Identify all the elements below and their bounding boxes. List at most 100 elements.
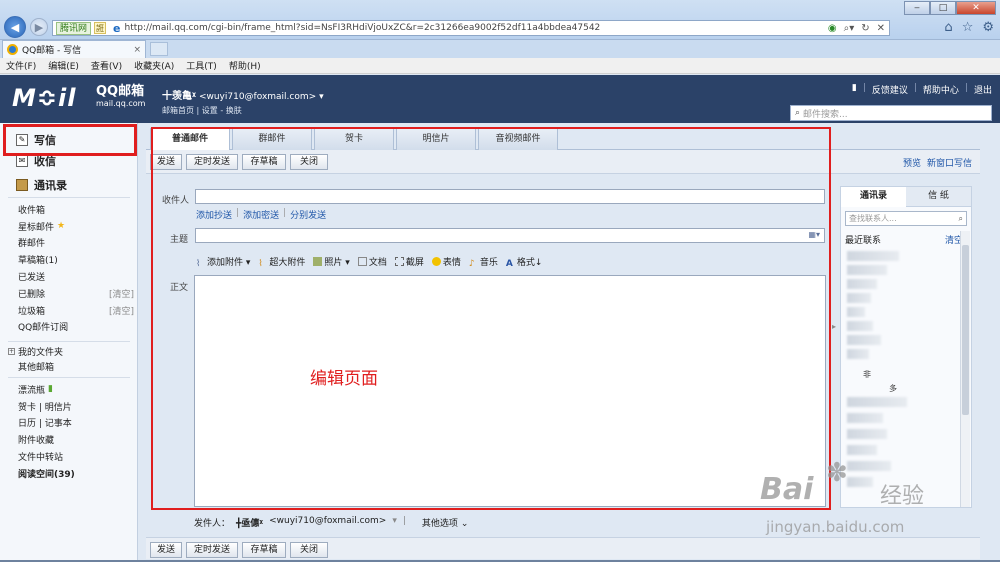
feedback-link[interactable]: 反馈建议 xyxy=(872,83,908,96)
sender-email[interactable]: <wuyi710@foxmail.com> xyxy=(269,516,386,529)
preview-link[interactable]: 预览 xyxy=(903,156,921,169)
user-name: 十羡亀ᵡ xyxy=(162,91,197,102)
scrollbar-thumb[interactable] xyxy=(962,245,969,415)
editor-highlight-box xyxy=(151,127,831,510)
close-button-bottom[interactable]: 关闭 xyxy=(290,542,328,558)
compat-icon[interactable]: 誑 xyxy=(94,22,107,34)
mail-search-input[interactable]: ⌕ 邮件搜索... xyxy=(790,105,992,121)
my-folders[interactable]: + 我的文件夹 xyxy=(8,345,63,358)
menu-tools[interactable]: 工具(T) xyxy=(186,59,217,72)
contact-item[interactable] xyxy=(847,349,869,359)
qqmail-logo[interactable]: M≎il QQ邮箱 mail.qq.com xyxy=(12,83,145,113)
contact-item[interactable]: 多 xyxy=(889,383,897,394)
sender-dropdown-icon[interactable]: ▾ xyxy=(392,516,397,529)
menu-view[interactable]: 查看(V) xyxy=(91,59,122,72)
clear-spam-link[interactable]: [清空] xyxy=(109,304,134,317)
close-window-button[interactable]: ✕ xyxy=(956,1,996,15)
bottle-icon: ▮ xyxy=(48,384,53,395)
folder-inbox[interactable]: 收件箱 xyxy=(18,201,134,218)
tab-contacts[interactable]: 通讯录 xyxy=(841,187,906,207)
favorites-star-icon[interactable]: ☆ xyxy=(962,20,974,35)
user-dropdown-icon[interactable]: ▾ xyxy=(319,92,324,102)
toolbar-links: 预览 新窗口写信 xyxy=(903,156,972,169)
separator: | xyxy=(964,83,968,93)
contact-item[interactable]: 非 xyxy=(863,369,871,380)
logo-mark: M≎il xyxy=(12,84,77,112)
sender-name: ╋亟僡ᵡ xyxy=(236,519,264,529)
tab-close-icon[interactable]: × xyxy=(133,45,141,55)
home-icon[interactable]: ⌂ xyxy=(944,20,952,35)
collapse-arrow-icon[interactable]: ▸ xyxy=(832,322,836,331)
user-email[interactable]: <wuyi710@foxmail.com> xyxy=(199,92,316,102)
new-tab-button[interactable] xyxy=(150,42,168,56)
recent-label: 最近联系 xyxy=(845,236,882,246)
contact-item[interactable] xyxy=(847,397,907,407)
back-arrow-icon[interactable]: ◀ xyxy=(4,16,26,38)
schedule-send-button-bottom[interactable]: 定时发送 xyxy=(186,542,238,558)
folder-spam[interactable]: 垃圾箱 [清空] xyxy=(18,302,134,319)
search-icon: ⌕ xyxy=(958,214,963,223)
contact-item[interactable] xyxy=(847,413,883,423)
new-window-link[interactable]: 新窗口写信 xyxy=(927,156,972,169)
contact-item[interactable] xyxy=(847,251,899,261)
compat-view-icon[interactable]: ◉ xyxy=(828,23,837,34)
expand-plus-icon[interactable]: + xyxy=(8,348,15,355)
file-transfer-link[interactable]: 文件中转站 xyxy=(18,448,134,465)
logout-link[interactable]: 退出 xyxy=(974,83,992,96)
separator: | xyxy=(862,83,866,93)
menu-favorites[interactable]: 收藏夹(A) xyxy=(134,59,174,72)
help-link[interactable]: 帮助中心 xyxy=(923,83,959,96)
contacts-button[interactable]: 通讯录 xyxy=(16,177,67,193)
folder-subscriptions[interactable]: QQ邮件订阅 xyxy=(18,319,134,336)
sender-label: 发件人： xyxy=(194,519,231,529)
contact-item[interactable] xyxy=(847,429,887,439)
contact-item[interactable] xyxy=(847,293,871,303)
attachments-link[interactable]: 附件收藏 xyxy=(18,431,134,448)
clear-deleted-link[interactable]: [清空] xyxy=(109,287,134,300)
folder-list: 收件箱 星标邮件 ★ 群邮件 草稿箱(1) 已发送 已删除 [清空] 垃圾箱 [清空]… xyxy=(18,201,134,335)
baidu-watermark: ✽ Bai 经验 jingyan.baidu.com xyxy=(760,458,990,554)
address-bar[interactable]: 腾讯网 誑 e http://mail.qq.com/cgi-bin/frame… xyxy=(52,20,890,36)
menu-help[interactable]: 帮助(H) xyxy=(229,59,261,72)
contact-item[interactable] xyxy=(847,335,881,345)
other-mail-link[interactable]: 其他邮箱 xyxy=(18,358,134,375)
refresh-icon[interactable]: ↻ xyxy=(861,23,869,34)
folder-drafts[interactable]: 草稿箱(1) xyxy=(18,251,134,268)
drift-bottle-link[interactable]: 漂流瓶 ▮ xyxy=(18,381,134,398)
browser-tab[interactable]: QQ邮箱 - 写信 × xyxy=(2,40,146,58)
cards-link[interactable]: 贺卡 | 明信片 xyxy=(18,398,134,415)
other-mail-list: 其他邮箱 xyxy=(18,358,134,375)
other-options-link[interactable]: 其他选项 ⌄ xyxy=(422,516,468,529)
folder-group[interactable]: 群邮件 xyxy=(18,235,134,252)
contact-item[interactable] xyxy=(847,445,877,455)
send-button-bottom[interactable]: 发送 xyxy=(150,542,182,558)
folder-deleted[interactable]: 已删除 [清空] xyxy=(18,285,134,302)
folder-sent[interactable]: 已发送 xyxy=(18,268,134,285)
forward-arrow-icon[interactable]: ▶ xyxy=(30,18,48,36)
contact-search-input[interactable]: 查找联系人... ⌕ xyxy=(845,211,967,226)
star-icon: ★ xyxy=(57,221,66,232)
search-icon[interactable]: ⌕▾ xyxy=(844,23,855,34)
settings-gear-icon[interactable]: ⚙ xyxy=(982,20,994,35)
stop-icon[interactable]: ✕ xyxy=(877,23,885,34)
header-links[interactable]: 邮箱首页 | 设置 - 换肤 xyxy=(162,105,324,116)
feedback-flag-icon: ▮ xyxy=(851,83,857,93)
maximize-button[interactable]: □ xyxy=(930,1,956,15)
contact-item[interactable] xyxy=(847,307,865,317)
menu-file[interactable]: 文件(F) xyxy=(6,59,36,72)
url-text[interactable]: http://mail.qq.com/cgi-bin/frame_html?si… xyxy=(124,23,600,33)
contact-item[interactable] xyxy=(847,265,887,275)
contacts-label: 通讯录 xyxy=(34,179,67,192)
save-draft-button-bottom[interactable]: 存草稿 xyxy=(242,542,286,558)
user-info: 十羡亀ᵡ <wuyi710@foxmail.com> ▾ 邮箱首页 | 设置 -… xyxy=(162,87,324,116)
folder-starred[interactable]: 星标邮件 ★ xyxy=(18,218,134,235)
contact-item[interactable] xyxy=(847,321,873,331)
minimize-button[interactable]: ‒ xyxy=(904,1,930,15)
divider xyxy=(8,341,130,342)
window-controls: ‒ □ ✕ xyxy=(904,1,996,15)
reading-space-link[interactable]: 阅读空间(39) xyxy=(18,465,134,482)
tab-stationery[interactable]: 信 纸 xyxy=(906,187,971,207)
menu-edit[interactable]: 编辑(E) xyxy=(48,59,79,72)
calendar-link[interactable]: 日历 | 记事本 xyxy=(18,415,134,432)
contact-item[interactable] xyxy=(847,279,877,289)
